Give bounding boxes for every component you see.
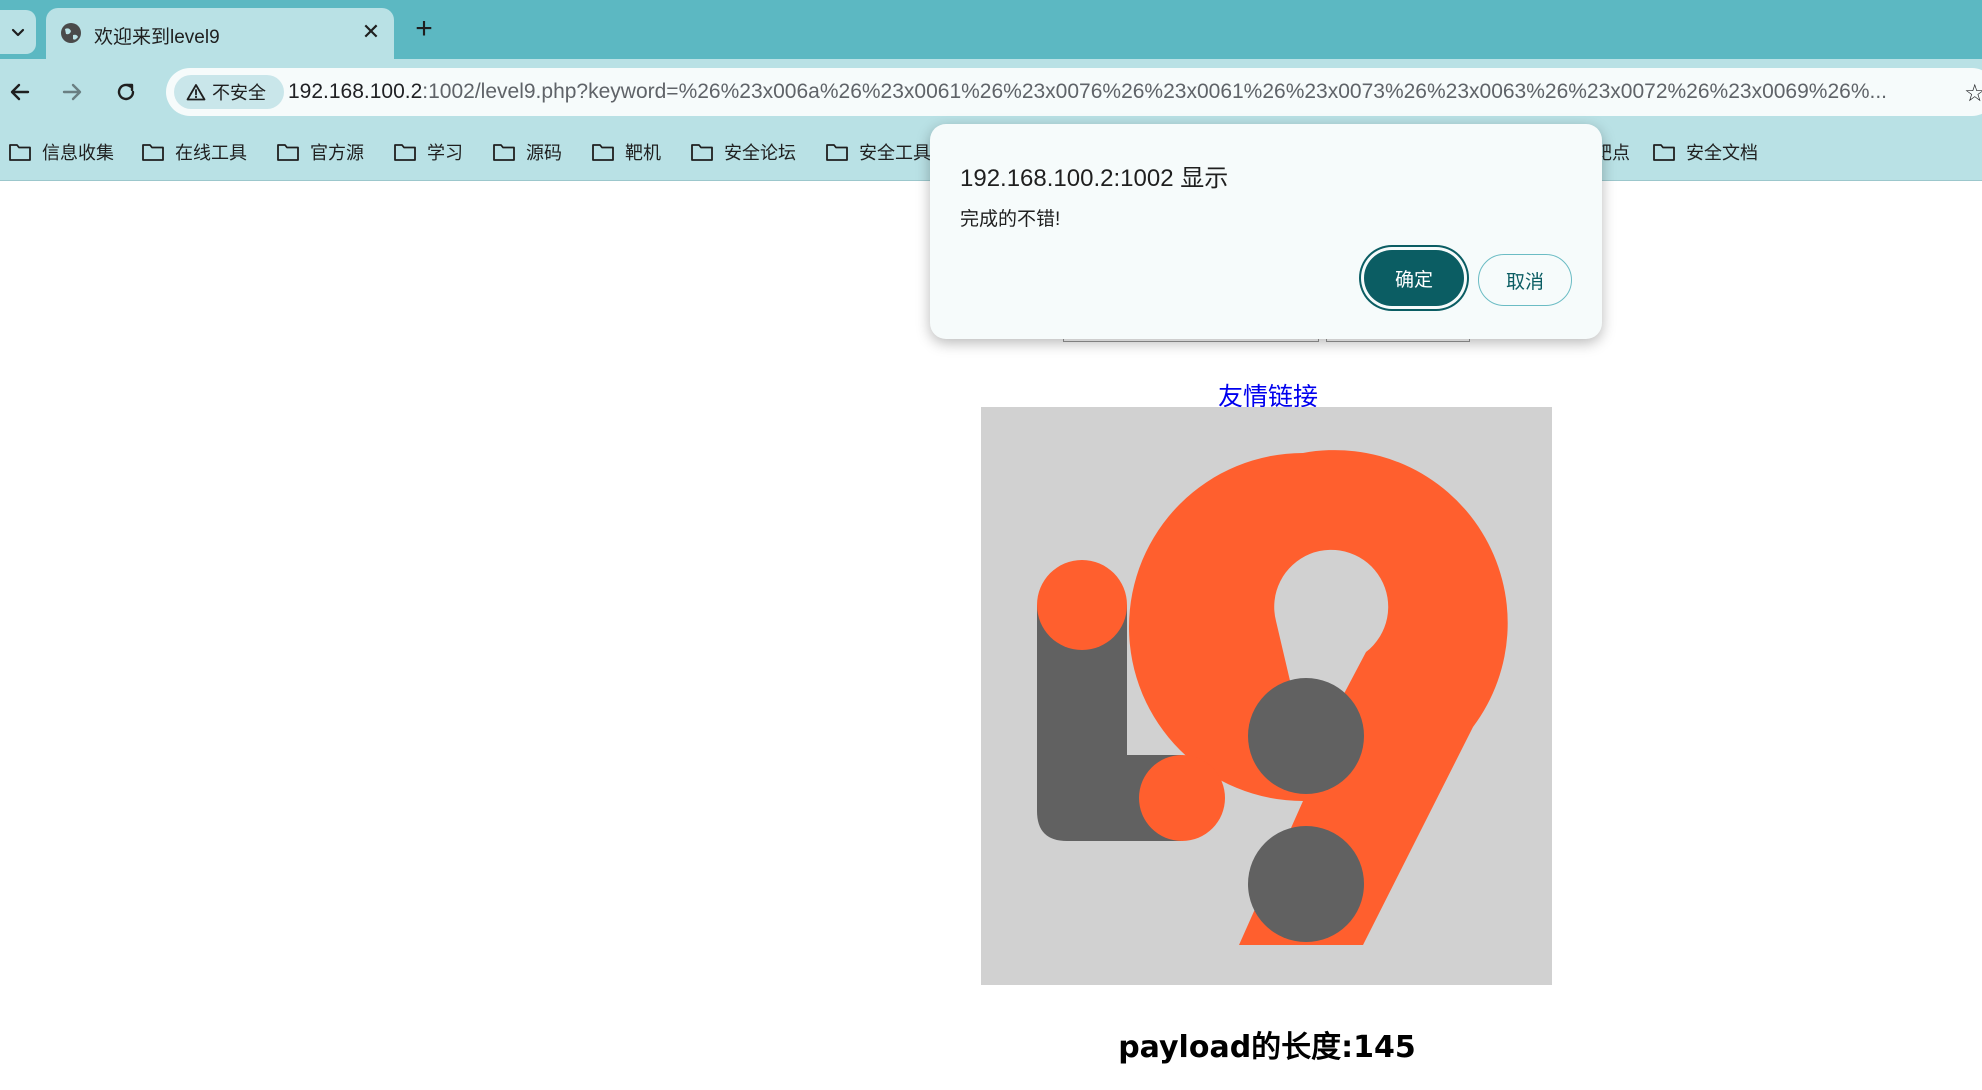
bookmark-folder[interactable]: 官方源 bbox=[276, 138, 364, 166]
alert-dialog: 192.168.100.2:1002 显示 完成的不错! 确定 取消 bbox=[930, 124, 1602, 339]
url-path: :1002/level9.php?keyword=%26%23x006a%26%… bbox=[422, 80, 1887, 103]
bookmark-folder[interactable]: 信息收集 bbox=[8, 138, 114, 166]
folder-icon bbox=[592, 144, 614, 161]
toolbar: 不安全 192.168.100.2:1002/level9.php?keywor… bbox=[0, 59, 1982, 126]
chevron-down-icon bbox=[11, 28, 25, 37]
bookmark-label: 安全文档 bbox=[1686, 143, 1758, 163]
logo-l-top-dot bbox=[1037, 560, 1127, 650]
tab-search-button[interactable] bbox=[0, 10, 36, 54]
url-text[interactable]: 192.168.100.2:1002/level9.php?keyword=%2… bbox=[288, 80, 1887, 104]
bookmark-folder[interactable]: 安全文档 bbox=[1652, 138, 1758, 166]
folder-icon bbox=[1653, 144, 1675, 161]
bookmark-folder[interactable]: 安全工具 bbox=[825, 138, 931, 166]
bookmark-label: 官方源 bbox=[310, 143, 364, 163]
reload-button[interactable] bbox=[106, 72, 146, 112]
address-bar[interactable]: 不安全 192.168.100.2:1002/level9.php?keywor… bbox=[166, 68, 1982, 116]
globe-icon bbox=[61, 23, 81, 43]
folder-icon bbox=[826, 144, 848, 161]
arrow-left-icon bbox=[10, 83, 30, 101]
tab-title: 欢迎来到level9 bbox=[94, 27, 220, 48]
bookmark-label: 安全论坛 bbox=[724, 143, 796, 163]
folder-icon bbox=[394, 144, 416, 161]
logo-dot-lower bbox=[1248, 826, 1364, 942]
bookmark-label: 源码 bbox=[526, 143, 562, 163]
logo-l-foot-dot bbox=[1139, 755, 1225, 841]
star-icon[interactable]: ☆ bbox=[1964, 79, 1982, 108]
folder-icon bbox=[277, 144, 299, 161]
warning-icon bbox=[186, 84, 206, 101]
folder-icon bbox=[9, 144, 31, 161]
bookmark-label: 安全工具 bbox=[859, 143, 931, 163]
dialog-message: 完成的不错! bbox=[960, 209, 1061, 230]
active-tab[interactable]: 欢迎来到level9 ✕ bbox=[46, 8, 394, 59]
forward-button[interactable] bbox=[52, 72, 92, 112]
arrow-right-icon bbox=[62, 83, 82, 101]
bookmark-folder[interactable]: 学习 bbox=[393, 138, 463, 166]
reload-icon bbox=[117, 83, 135, 101]
security-label: 不安全 bbox=[212, 83, 266, 103]
new-tab-button[interactable]: + bbox=[406, 12, 442, 48]
ok-button[interactable]: 确定 bbox=[1364, 250, 1464, 306]
bookmark-folder[interactable]: 安全论坛 bbox=[690, 138, 796, 166]
dialog-title: 192.168.100.2:1002 显示 bbox=[960, 165, 1229, 192]
bookmark-label: 靶机 bbox=[625, 143, 661, 163]
level9-logo-graphic bbox=[1037, 450, 1508, 945]
url-host: 192.168.100.2 bbox=[288, 80, 423, 103]
bookmark-folder[interactable]: 源码 bbox=[492, 138, 562, 166]
bookmark-label: 学习 bbox=[427, 143, 463, 163]
folder-icon bbox=[493, 144, 515, 161]
back-button[interactable] bbox=[0, 72, 40, 112]
folder-icon bbox=[691, 144, 713, 161]
tab-close-icon[interactable]: ✕ bbox=[358, 19, 384, 45]
logo-dot-upper bbox=[1248, 678, 1364, 794]
level9-logo-image bbox=[981, 407, 1552, 985]
cancel-button[interactable]: 取消 bbox=[1478, 254, 1572, 306]
bookmark-folder[interactable]: 在线工具 bbox=[141, 138, 247, 166]
bookmark-folder[interactable]: 靶机 bbox=[591, 138, 661, 166]
bookmark-label: 信息收集 bbox=[42, 143, 114, 163]
folder-icon bbox=[142, 144, 164, 161]
tab-strip: 欢迎来到level9 ✕ + bbox=[0, 0, 1982, 59]
bookmark-label: 在线工具 bbox=[175, 143, 247, 163]
security-chip[interactable]: 不安全 bbox=[174, 75, 284, 109]
payload-length-text: payload的长度:145 bbox=[1118, 1030, 1416, 1065]
